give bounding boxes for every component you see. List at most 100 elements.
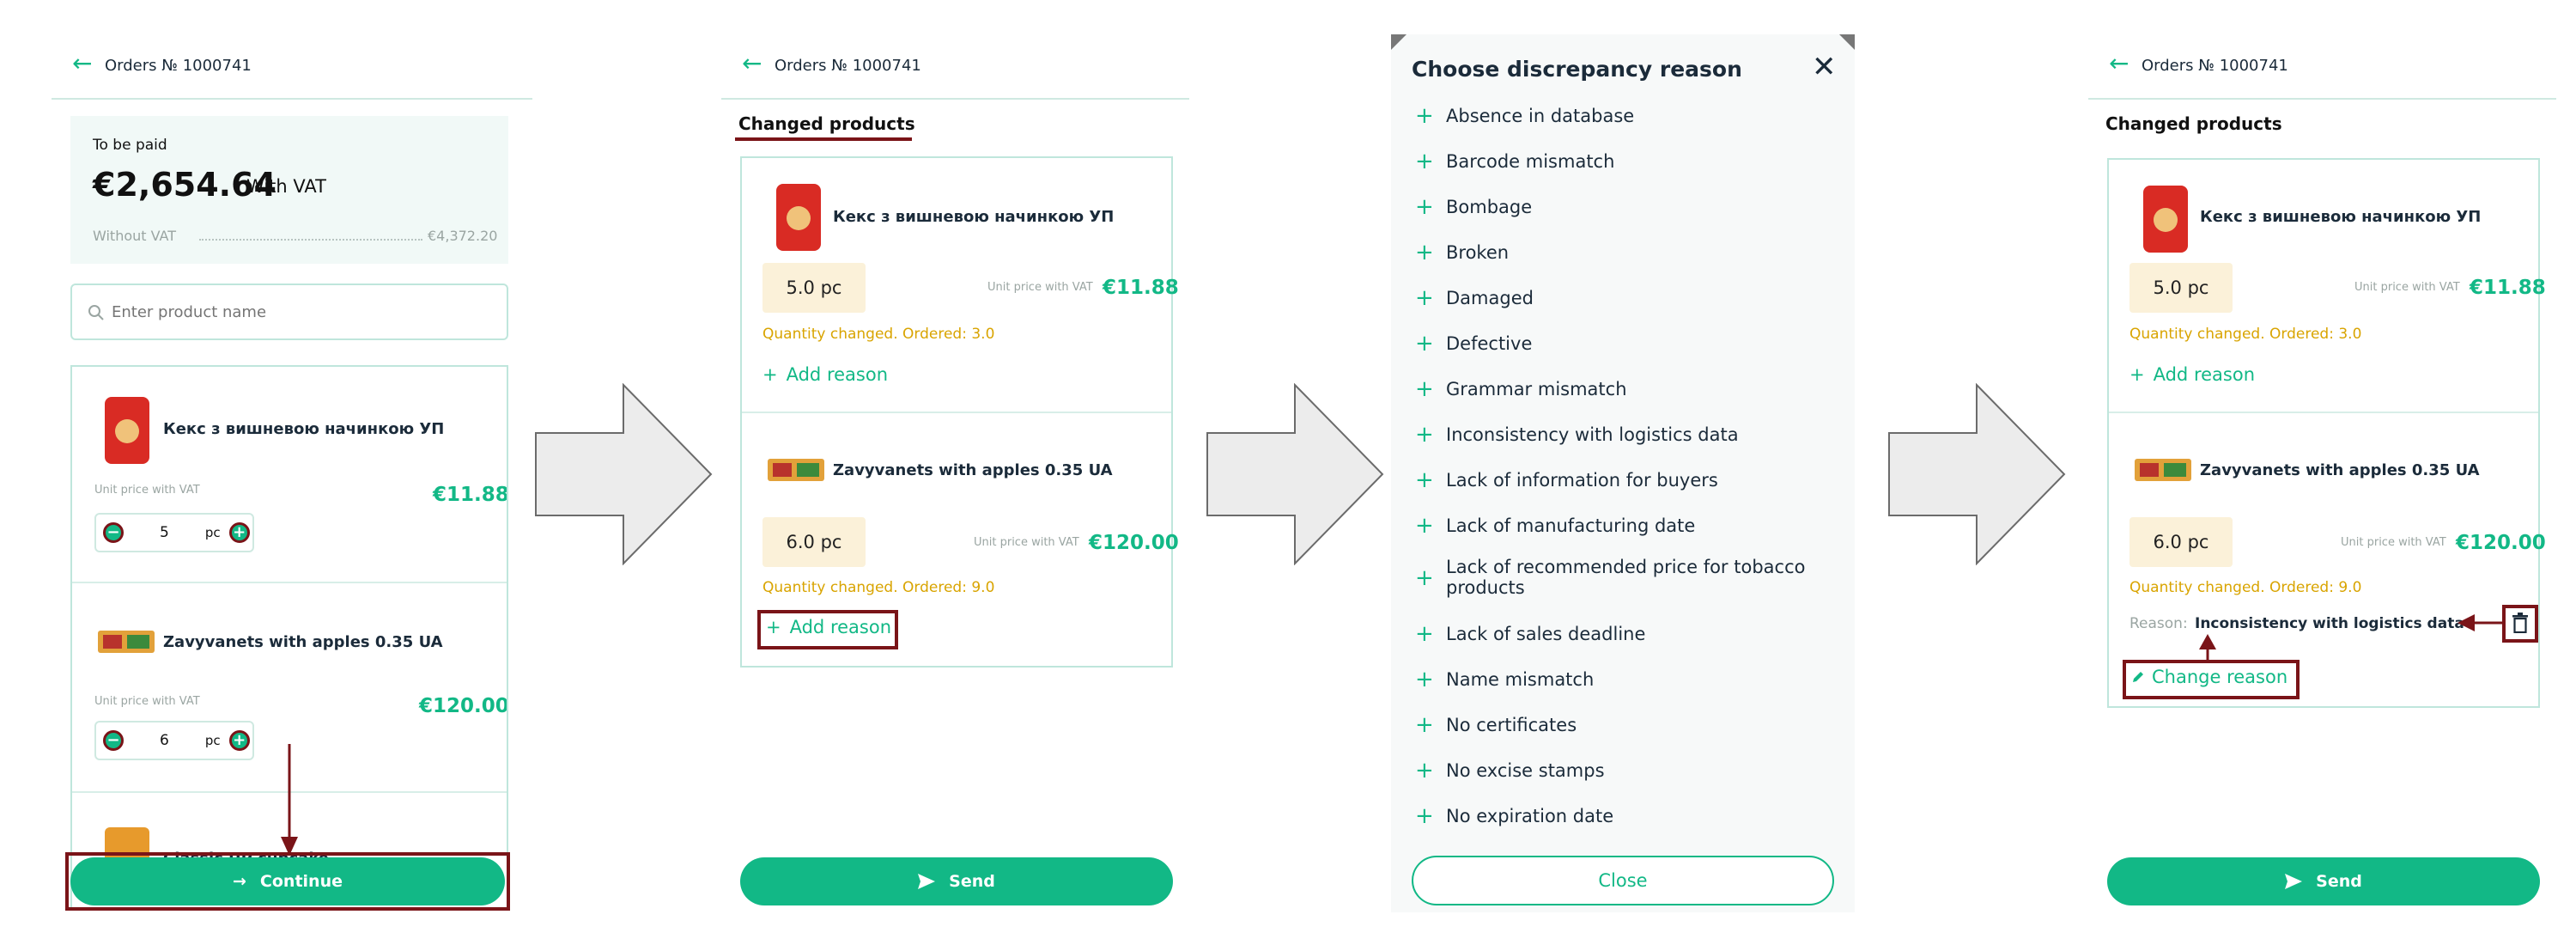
search-input[interactable] xyxy=(110,297,488,326)
screen-order-summary: ← Orders № 1000741 To be paid €2,654.64 … xyxy=(52,43,532,911)
reason-option[interactable]: + No excise stamps xyxy=(1415,758,1605,783)
search-icon xyxy=(88,305,104,320)
header-divider xyxy=(52,98,532,100)
reason-option[interactable]: + Lack of manufacturing date xyxy=(1415,513,1695,539)
send-button[interactable]: Send xyxy=(2107,857,2540,905)
unit-price: €11.88 xyxy=(2470,277,2546,299)
header: ← Orders № 1000741 xyxy=(52,43,532,99)
screen-changed-products: ← Orders № 1000741 Changed products Кекс… xyxy=(721,43,1189,911)
decrease-button[interactable]: − xyxy=(103,730,124,751)
reason-option[interactable]: + Barcode mismatch xyxy=(1415,149,1614,174)
back-arrow-icon[interactable]: ← xyxy=(742,52,762,76)
quantity-chip: 6.0 pc xyxy=(2129,517,2233,567)
reason-option[interactable]: + Grammar mismatch xyxy=(1415,376,1627,402)
close-button[interactable]: Close xyxy=(1412,856,1834,905)
reason-value: Inconsistency with logistics data xyxy=(2195,615,2464,632)
add-reason-label: Add reason xyxy=(789,617,892,637)
page-title: Orders № 1000741 xyxy=(775,57,921,75)
reason-list: + Absence in database + Barcode mismatch +… xyxy=(1415,103,1836,859)
product-name: Кекс з вишневою начинкою УП xyxy=(833,208,1115,226)
send-icon xyxy=(2285,874,2303,889)
close-icon[interactable]: ✕ xyxy=(1812,50,1837,84)
unit-price-label: Unit price with VAT xyxy=(2341,536,2446,549)
unit-price-label: Unit price with VAT xyxy=(94,695,200,708)
increase-button[interactable]: + xyxy=(228,522,250,543)
screen-reason-added: ← Orders № 1000741 Changed products Кекс… xyxy=(2088,43,2556,911)
add-reason-link[interactable]: + Add reason xyxy=(762,364,888,385)
reason-option[interactable]: + Lack of information for buyers xyxy=(1415,467,1718,493)
with-vat-label: With VAT xyxy=(246,176,326,197)
plus-icon: + xyxy=(1415,194,1434,220)
quantity-value[interactable]: 6 xyxy=(160,732,169,749)
plus-icon: + xyxy=(1415,758,1434,783)
corner-mark xyxy=(1391,34,1406,50)
quantity-stepper[interactable]: − 5 pc + xyxy=(94,513,254,552)
changed-products-card: Кекс з вишневою начинкою УП 5.0 pc Unit … xyxy=(2107,158,2546,708)
unit-label: pc xyxy=(204,733,221,748)
reason-option[interactable]: + Damaged xyxy=(1415,285,1534,311)
product-image-cupcake xyxy=(776,184,821,251)
continue-label: Continue xyxy=(259,872,343,891)
quantity-status: Quantity changed. Ordered: 9.0 xyxy=(2129,579,2362,596)
reason-option[interactable]: + Bombage xyxy=(1415,194,1532,220)
unit-price: €120.00 xyxy=(1089,532,1179,554)
reason-option[interactable]: + Name mismatch xyxy=(1415,667,1594,692)
to-be-paid-label: To be paid xyxy=(93,137,167,154)
add-reason-link[interactable]: + Add reason xyxy=(2129,364,2255,385)
send-icon xyxy=(918,874,936,889)
unit-price-label: Unit price with VAT xyxy=(2354,281,2460,294)
quantity-value[interactable]: 5 xyxy=(160,524,169,541)
reason-option[interactable]: + Absence in database xyxy=(1415,103,1634,129)
unit-price: €120.00 xyxy=(419,695,508,717)
row-divider xyxy=(2109,412,2538,413)
arrow-right-icon: → xyxy=(233,872,246,891)
flow-arrow-icon xyxy=(1206,383,1384,565)
total-panel: To be paid €2,654.64 With VAT Without VA… xyxy=(70,116,508,264)
send-button[interactable]: Send xyxy=(740,857,1173,905)
quantity-chip: 5.0 pc xyxy=(762,263,866,313)
plus-icon: + xyxy=(1415,149,1434,174)
back-arrow-icon[interactable]: ← xyxy=(2109,52,2129,76)
unit-price: €120.00 xyxy=(2456,532,2546,554)
reason-option[interactable]: + Lack of recommended price for tobacco p… xyxy=(1415,557,1819,598)
search-box[interactable] xyxy=(70,284,508,340)
plus-icon: + xyxy=(1415,621,1434,647)
section-title: Changed products xyxy=(2105,113,2282,134)
product-name: Zavyvanets with apples 0.35 UA xyxy=(2200,461,2480,479)
flow-arrow-icon xyxy=(1888,383,2066,565)
plus-icon: + xyxy=(1415,422,1434,448)
send-label: Send xyxy=(2316,872,2362,891)
list-item[interactable]: Кекс з вишневою начинкою УП Unit price w… xyxy=(72,367,507,582)
reason-option[interactable]: + Defective xyxy=(1415,331,1532,357)
plus-icon: + xyxy=(1415,467,1434,493)
product-image-zavyvanets xyxy=(98,631,155,653)
add-reason-link[interactable]: + Add reason xyxy=(766,617,891,637)
modal-title: Choose discrepancy reason xyxy=(1412,57,1742,82)
reason-option[interactable]: + Inconsistency with logistics data xyxy=(1415,422,1739,448)
quantity-chip: 6.0 pc xyxy=(762,517,866,567)
changed-products-card: Кекс з вишневою начинкою УП 5.0 pc Unit … xyxy=(740,156,1179,668)
annotation-arrow-down xyxy=(281,744,298,856)
quantity-stepper[interactable]: − 6 pc + xyxy=(94,721,254,760)
trash-icon[interactable] xyxy=(2512,613,2529,633)
decrease-button[interactable]: − xyxy=(103,522,124,543)
unit-label: pc xyxy=(204,525,221,540)
send-label: Send xyxy=(949,872,995,891)
reason-option[interactable]: + Broken xyxy=(1415,240,1509,265)
header-divider xyxy=(721,98,1189,100)
reason-option[interactable]: + No certificates xyxy=(1415,712,1577,738)
product-image-zavyvanets xyxy=(768,459,824,481)
flow-arrow-icon xyxy=(535,383,713,565)
change-reason-link[interactable]: Change reason xyxy=(2131,667,2287,687)
plus-icon: + xyxy=(1415,513,1434,539)
section-title: Changed products xyxy=(738,113,915,134)
continue-button[interactable]: → Continue xyxy=(70,857,505,905)
reason-option[interactable]: + No expiration date xyxy=(1415,803,1613,829)
plus-icon: + xyxy=(1415,667,1434,692)
reason-label: Reason: xyxy=(2129,615,2188,632)
back-arrow-icon[interactable]: ← xyxy=(72,52,92,76)
increase-button[interactable]: + xyxy=(228,730,250,751)
product-name: Zavyvanets with apples 0.35 UA xyxy=(163,633,443,651)
reason-option[interactable]: + Lack of sales deadline xyxy=(1415,621,1645,647)
plus-icon: + xyxy=(766,617,781,637)
